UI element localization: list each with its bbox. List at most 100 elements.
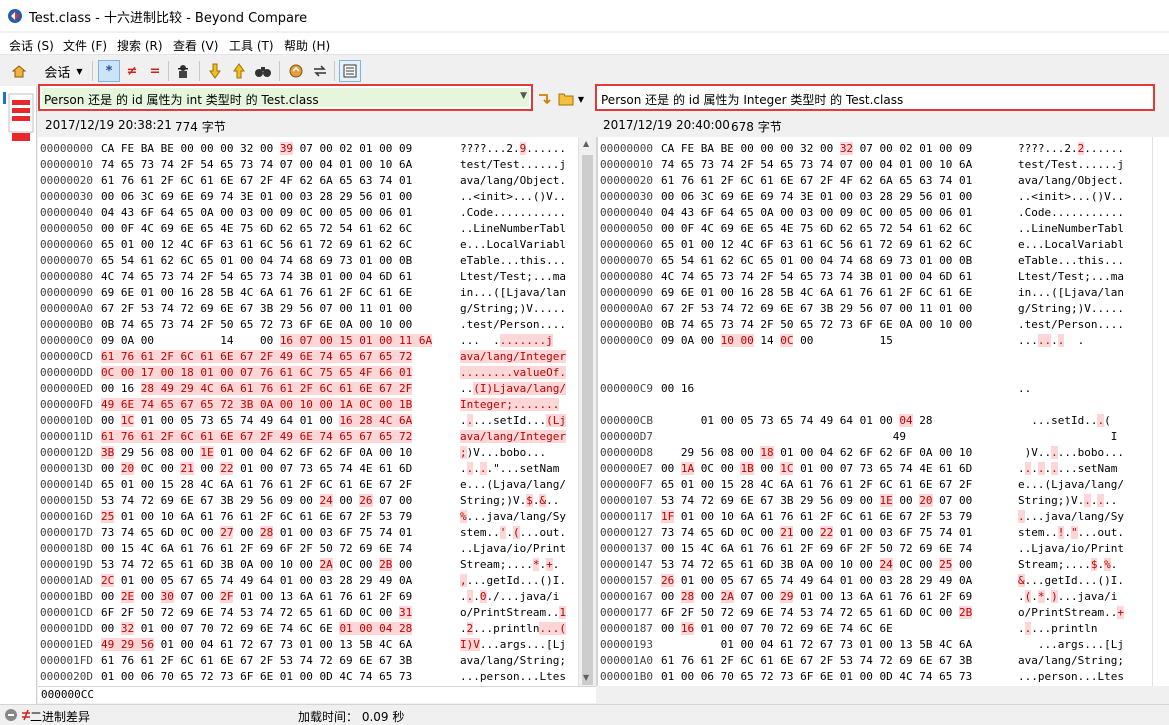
left-scrollbar[interactable]: ▲ ▼: [578, 137, 595, 686]
hex-row[interactable]: 000000B0 0B 74 65 73 74 2F 50 65 72 73 6F…: [598, 317, 1152, 333]
session-dropdown[interactable]: 会话 ▼: [41, 60, 86, 82]
hex-row[interactable]: 000001BD 00 2E 00 30 07 00 2F 01 00 13 6A…: [38, 589, 578, 605]
hex-row[interactable]: 000000C9 00 16..: [598, 381, 1152, 397]
hex-row[interactable]: 00000000 CA FE BA BE 00 00 00 32 00 39 07…: [38, 141, 578, 157]
hex-row[interactable]: 0000015D 53 74 72 69 6E 67 3B 29 56 09 00…: [38, 493, 578, 509]
right-hex-pane[interactable]: 00000000 CA FE BA BE 00 00 00 32 00 32 07…: [598, 137, 1152, 686]
spy-icon[interactable]: [172, 60, 194, 82]
menu-search[interactable]: 搜索 (R): [117, 37, 163, 54]
hex-row[interactable]: 00000167 00 28 00 2A 07 00 29 01 00 13 6A…: [598, 589, 1152, 605]
hex-row[interactable]: 00000000 CA FE BA BE 00 00 00 32 00 32 07…: [598, 141, 1152, 157]
hex-row[interactable]: 00000010 74 65 73 74 2F 54 65 73 74 07 00…: [38, 157, 578, 173]
hex-row[interactable]: 00000060 65 01 00 12 4C 6F 63 61 6C 56 61…: [38, 237, 578, 253]
hex-row[interactable]: 000000B0 0B 74 65 73 74 2F 50 65 72 73 6F…: [38, 317, 578, 333]
hex-row[interactable]: [598, 349, 1152, 365]
next-diff-icon[interactable]: [205, 60, 225, 82]
right-path-field[interactable]: Person 还是 的 id 属性为 Integer 类型时 的 Test.cl…: [595, 84, 1155, 111]
hex-row[interactable]: 000000E7 00 1A 0C 00 1B 00 1C 01 00 07 73…: [598, 461, 1152, 477]
diff-status-icon: [5, 709, 17, 721]
hex-row[interactable]: 0000013D 00 20 0C 00 21 00 22 01 00 07 73…: [38, 461, 578, 477]
hex-row[interactable]: 00000117 1F 01 00 10 6A 61 76 61 2F 6C 61…: [598, 509, 1152, 525]
hex-row[interactable]: 0000011D 61 76 61 2F 6C 61 6E 67 2F 49 6E…: [38, 429, 578, 445]
row-address: 000001ED: [40, 638, 93, 651]
show-same-button[interactable]: =: [145, 60, 165, 82]
hex-row[interactable]: 000000A0 67 2F 53 74 72 69 6E 67 3B 29 56…: [598, 301, 1152, 317]
hex-row[interactable]: 0000018D 00 15 4C 6A 61 76 61 2F 69 6F 2F…: [38, 541, 578, 557]
chevron-down-icon[interactable]: ▼: [520, 91, 527, 101]
hex-row[interactable]: 0000012D 3B 29 56 08 00 1E 01 00 04 62 6F…: [38, 445, 578, 461]
hex-row[interactable]: 000001DD 00 32 01 00 07 70 72 69 6E 74 6C…: [38, 621, 578, 637]
hex-row[interactable]: 000000FD 49 6E 74 65 67 65 72 3B 0A 00 10…: [38, 397, 578, 413]
hex-row[interactable]: 0000010D 00 1C 01 00 05 73 65 74 49 64 01…: [38, 413, 578, 429]
hex-row[interactable]: 0000014D 65 01 00 15 28 4C 6A 61 76 61 2F…: [38, 477, 578, 493]
hex-row[interactable]: 00000020 61 76 61 2F 6C 61 6E 67 2F 4F 62…: [598, 173, 1152, 189]
hex-row[interactable]: 000001A0 61 76 61 2F 6C 61 6E 67 2F 53 74…: [598, 653, 1152, 669]
hex-row[interactable]: 00000157 26 01 00 05 67 65 74 49 64 01 00…: [598, 573, 1152, 589]
right-scrollbar[interactable]: [1152, 137, 1169, 686]
hex-row[interactable]: 00000090 69 6E 01 00 16 28 5B 4C 6A 61 76…: [38, 285, 578, 301]
hex-row[interactable]: 000000F7 65 01 00 15 28 4C 6A 61 76 61 2F…: [598, 477, 1152, 493]
refresh-hand-icon[interactable]: [285, 60, 307, 82]
row-address: 00000020: [40, 174, 93, 187]
hex-row[interactable]: 000000DD 0C 00 17 00 18 01 00 07 76 61 6C…: [38, 365, 578, 381]
hex-row[interactable]: 000000CB 01 00 05 73 65 74 49 64 01 00 0…: [598, 413, 1152, 429]
hex-row[interactable]: 0000016D 25 01 00 10 6A 61 76 61 2F 6C 61…: [38, 509, 578, 525]
hex-row[interactable]: 0000017D 73 74 65 6D 0C 00 27 00 28 01 00…: [38, 525, 578, 541]
hex-row[interactable]: 00000193 01 00 04 61 72 67 73 01 00 13 5…: [598, 637, 1152, 653]
hex-row[interactable]: [598, 397, 1152, 413]
binoculars-icon[interactable]: [252, 60, 274, 82]
left-path-field[interactable]: Person 还是 的 id 属性为 int 类型时 的 Test.class …: [38, 84, 533, 111]
menu-session[interactable]: 会话 (S): [9, 37, 54, 54]
details-icon[interactable]: [339, 60, 361, 82]
hex-row[interactable]: 00000030 00 06 3C 69 6E 69 74 3E 01 00 03…: [38, 189, 578, 205]
hex-row[interactable]: 00000137 00 15 4C 6A 61 76 61 2F 69 6F 2F…: [598, 541, 1152, 557]
hex-row[interactable]: 000001AD 2C 01 00 05 67 65 74 49 64 01 00…: [38, 573, 578, 589]
hex-row[interactable]: 000001B0 01 00 06 70 65 72 73 6F 6E 01 00…: [598, 669, 1152, 685]
row-ascii: String;)V.$.&..: [460, 494, 560, 507]
hex-row[interactable]: 000000C0 09 0A 00 14 00 16 07 00 15 01 00…: [38, 333, 578, 349]
folder-open-icon[interactable]: ▼: [556, 88, 586, 110]
hex-row[interactable]: 00000050 00 0F 4C 69 6E 65 4E 75 6D 62 65…: [598, 221, 1152, 237]
menu-help[interactable]: 帮助 (H): [284, 37, 330, 54]
hex-row[interactable]: [598, 365, 1152, 381]
hex-row[interactable]: 000000A0 67 2F 53 74 72 69 6E 67 3B 29 56…: [38, 301, 578, 317]
hex-row[interactable]: 00000050 00 0F 4C 69 6E 65 4E 75 6D 62 65…: [38, 221, 578, 237]
show-diff-button[interactable]: ≠: [122, 60, 142, 82]
hex-row[interactable]: 00000060 65 01 00 12 4C 6F 63 61 6C 56 61…: [598, 237, 1152, 253]
hex-row[interactable]: 00000127 73 74 65 6D 0C 00 21 00 22 01 00…: [598, 525, 1152, 541]
hex-row[interactable]: 000000D7 49 I: [598, 429, 1152, 445]
overview-strip[interactable]: [0, 86, 37, 706]
hex-row[interactable]: 000000D8 29 56 08 00 18 01 00 04 62 6F 6…: [598, 445, 1152, 461]
hex-row[interactable]: 00000070 65 54 61 62 6C 65 01 00 04 74 68…: [598, 253, 1152, 269]
hex-row[interactable]: 00000070 65 54 61 62 6C 65 01 00 04 74 68…: [38, 253, 578, 269]
hex-row[interactable]: 000000ED 00 16 28 49 29 4C 6A 61 76 61 2F…: [38, 381, 578, 397]
hex-row[interactable]: 000000CD 61 76 61 2F 6C 61 6E 67 2F 49 6E…: [38, 349, 578, 365]
swap-icon[interactable]: [309, 60, 331, 82]
hex-row[interactable]: 00000080 4C 74 65 73 74 2F 54 65 73 74 3B…: [38, 269, 578, 285]
menu-view[interactable]: 查看 (V): [173, 37, 218, 54]
menu-tools[interactable]: 工具 (T): [229, 37, 274, 54]
hex-row[interactable]: 00000040 04 43 6F 64 65 0A 00 03 00 09 0C…: [598, 205, 1152, 221]
show-all-button[interactable]: *: [98, 60, 120, 82]
hex-row[interactable]: 000000C0 09 0A 00 10 00 14 0C 00 15......…: [598, 333, 1152, 349]
menu-file[interactable]: 文件 (F): [63, 37, 107, 54]
hex-row[interactable]: 000001CD 6F 2F 50 72 69 6E 74 53 74 72 65…: [38, 605, 578, 621]
hex-row[interactable]: 000001ED 49 29 56 01 00 04 61 72 67 73 01…: [38, 637, 578, 653]
hex-row[interactable]: 00000107 53 74 72 69 6E 67 3B 29 56 09 00…: [598, 493, 1152, 509]
hex-row[interactable]: 00000080 4C 74 65 73 74 2F 54 65 73 74 3B…: [598, 269, 1152, 285]
hex-row[interactable]: 00000030 00 06 3C 69 6E 69 74 3E 01 00 03…: [598, 189, 1152, 205]
hex-row[interactable]: 00000187 00 16 01 00 07 70 72 69 6E 74 6C…: [598, 621, 1152, 637]
hex-row[interactable]: 000001FD 61 76 61 2F 6C 61 6E 67 2F 53 74…: [38, 653, 578, 669]
hex-row[interactable]: 00000177 6F 2F 50 72 69 6E 74 53 74 72 65…: [598, 605, 1152, 621]
hex-row[interactable]: 00000010 74 65 73 74 2F 54 65 73 74 07 00…: [598, 157, 1152, 173]
hex-row[interactable]: 00000090 69 6E 01 00 16 28 5B 4C 6A 61 76…: [598, 285, 1152, 301]
prev-diff-icon[interactable]: [229, 60, 249, 82]
left-hex-pane[interactable]: 00000000 CA FE BA BE 00 00 00 32 00 39 07…: [38, 137, 578, 686]
hex-row[interactable]: 00000040 04 43 6F 64 65 0A 00 03 00 09 0C…: [38, 205, 578, 221]
hex-row[interactable]: 00000147 53 74 72 65 61 6D 3B 0A 00 10 00…: [598, 557, 1152, 573]
refresh-path-icon[interactable]: [535, 88, 553, 110]
home-icon[interactable]: [9, 60, 29, 82]
hex-row[interactable]: 00000020 61 76 61 2F 6C 61 6E 67 2F 4F 62…: [38, 173, 578, 189]
hex-row[interactable]: 0000019D 53 74 72 65 61 6D 3B 0A 00 10 00…: [38, 557, 578, 573]
hex-row[interactable]: 0000020D 01 00 06 70 65 72 73 6F 6E 01 00…: [38, 669, 578, 685]
